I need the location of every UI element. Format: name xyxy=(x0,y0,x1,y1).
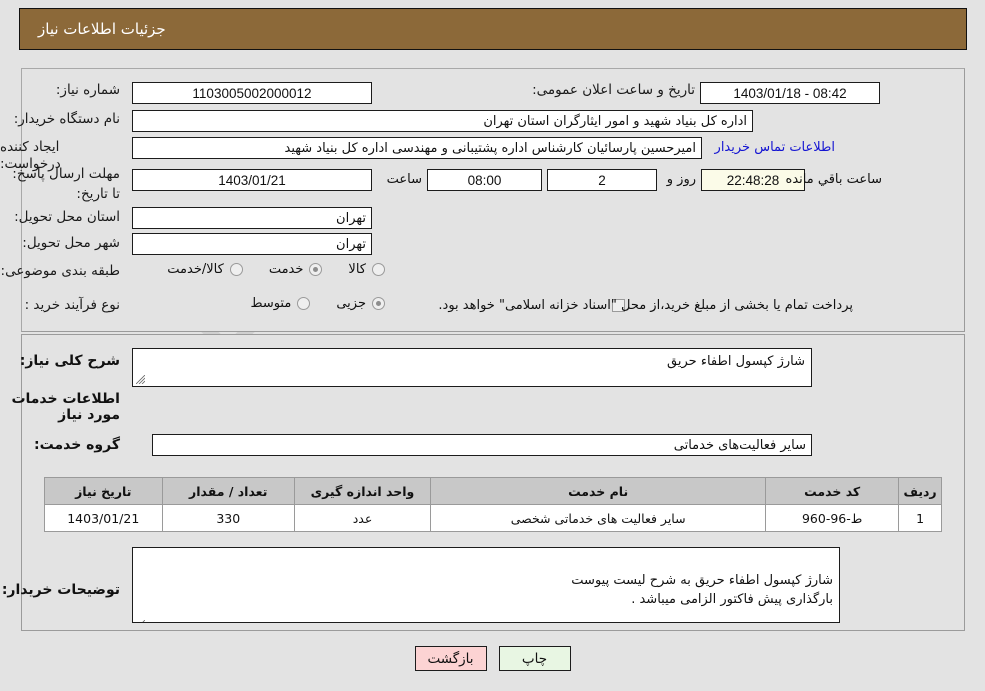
public-announcement-label: تاریخ و ساعت اعلان عمومی: xyxy=(532,82,695,98)
buyer-notes-value: شارژ کپسول اطفاء حریق به شرح لیست پیوست … xyxy=(571,572,833,608)
radio-icon[interactable] xyxy=(372,297,385,310)
table-header-row-no: ردیف xyxy=(898,477,942,505)
category-radio-group: کالا خدمت کالا/خدمت xyxy=(141,262,385,277)
category-option-kala-label: کالا xyxy=(348,262,366,277)
table-header-unit: واحد اندازه گیری xyxy=(293,477,432,505)
page-title: جزئیات اطلاعات نیاز xyxy=(38,20,166,38)
delivery-province-field[interactable]: تهران xyxy=(132,207,372,229)
delivery-province-label: استان محل تحویل: xyxy=(14,209,120,225)
service-group-field[interactable]: سایر فعالیت‌های خدماتی xyxy=(152,434,812,456)
table-header-need-date: تاریخ نیاز xyxy=(44,477,163,505)
table-header-row: ردیف کد خدمت نام خدمت واحد اندازه گیری ت… xyxy=(44,477,942,505)
buyer-notes-label: توضیحات خریدار: xyxy=(1,582,120,598)
need-number-label: شماره نیاز: xyxy=(55,82,120,98)
time-remaining-suffix: ساعت باقي مانده xyxy=(785,172,882,187)
purchase-process-radio-group: جزیی متوسط xyxy=(224,296,385,311)
days-remaining-label: روز و xyxy=(666,172,696,187)
buyer-contact-link[interactable]: اطلاعات تماس خریدار xyxy=(715,140,835,155)
back-button[interactable]: بازگشت xyxy=(414,646,487,671)
services-table: ردیف کد خدمت نام خدمت واحد اندازه گیری ت… xyxy=(44,477,942,532)
cell-service-name: سایر فعالیت های خدماتی شخصی xyxy=(430,504,767,532)
deadline-hour-label: ساعت xyxy=(386,172,422,187)
services-section-title: اطلاعات خدمات مورد نیاز xyxy=(11,391,120,423)
buyer-notes-field[interactable]: شارژ کپسول اطفاء حریق به شرح لیست پیوست … xyxy=(132,547,840,623)
table-header-quantity: تعداد / مقدار xyxy=(161,477,295,505)
cell-service-code: ط-96-960 xyxy=(765,504,900,532)
need-number-field[interactable]: 1103005002000012 xyxy=(132,82,372,104)
general-description-value: شارژ کپسول اطفاء حریق xyxy=(667,354,805,369)
delivery-city-field[interactable]: تهران xyxy=(132,233,372,255)
cell-unit: عدد xyxy=(293,504,432,532)
radio-icon[interactable] xyxy=(297,297,311,310)
purchase-process-option-motavasset[interactable]: متوسط xyxy=(250,296,311,311)
buyer-org-label: نام دستگاه خریدار: xyxy=(13,111,120,127)
purchase-process-label: نوع فرآیند خرید : xyxy=(24,297,120,313)
radio-icon[interactable] xyxy=(372,263,385,276)
radio-icon[interactable] xyxy=(229,263,243,276)
general-description-field[interactable]: شارژ کپسول اطفاء حریق xyxy=(132,348,812,387)
category-option-khedmat-label: خدمت xyxy=(268,262,304,277)
resize-grip-icon[interactable] xyxy=(136,611,145,622)
category-option-kala[interactable]: کالا xyxy=(348,262,385,277)
radio-icon[interactable] xyxy=(309,263,323,276)
response-deadline-label: مهلت ارسال پاسخ: تا تاریخ: xyxy=(12,166,120,202)
general-description-label: شرح کلی نیاز: xyxy=(19,353,120,369)
action-button-bar: بازگشت چاپ xyxy=(0,646,985,671)
buyer-org-field[interactable]: اداره کل بنیاد شهید و امور ایثارگران است… xyxy=(132,110,753,132)
purchase-process-option-motavasset-label: متوسط xyxy=(250,296,292,311)
cell-quantity: 330 xyxy=(161,504,295,532)
table-header-service-name: نام خدمت xyxy=(430,477,767,505)
cell-row-no: 1 xyxy=(898,504,942,532)
purchase-process-option-jozi[interactable]: جزیی xyxy=(336,296,385,311)
category-option-kala-khedmat[interactable]: کالا/خدمت xyxy=(167,262,243,277)
table-row: 1 ط-96-960 سایر فعالیت های خدماتی شخصی ع… xyxy=(44,504,942,532)
category-option-kala-khedmat-label: کالا/خدمت xyxy=(167,262,224,277)
print-button[interactable]: چاپ xyxy=(498,646,571,671)
purchase-process-option-jozi-label: جزیی xyxy=(336,296,366,311)
service-group-label: گروه خدمت: xyxy=(34,437,120,453)
treasury-bonds-checkbox-label: پرداخت تمام یا بخشی از مبلغ خرید،از محل … xyxy=(438,298,853,313)
deadline-hour-field[interactable]: 08:00 xyxy=(427,169,542,191)
page-header: جزئیات اطلاعات نیاز xyxy=(19,8,967,50)
resize-grip-icon[interactable] xyxy=(136,375,145,384)
need-details-panel xyxy=(21,68,965,332)
table-header-service-code: کد خدمت xyxy=(765,477,900,505)
category-option-khedmat[interactable]: خدمت xyxy=(269,262,323,277)
delivery-city-label: شهر محل تحویل: xyxy=(22,235,120,251)
response-deadline-field[interactable]: 1403/01/21 xyxy=(132,169,372,191)
request-creator-field[interactable]: امیرحسین پارسائیان کارشناس اداره پشتیبان… xyxy=(132,137,702,159)
days-remaining-field[interactable]: 2 xyxy=(547,169,657,191)
cell-need-date: 1403/01/21 xyxy=(44,504,163,532)
public-announcement-field[interactable]: 1403/01/18 - 08:42 xyxy=(700,82,880,104)
category-label: طبقه بندی موضوعی: xyxy=(0,263,120,279)
